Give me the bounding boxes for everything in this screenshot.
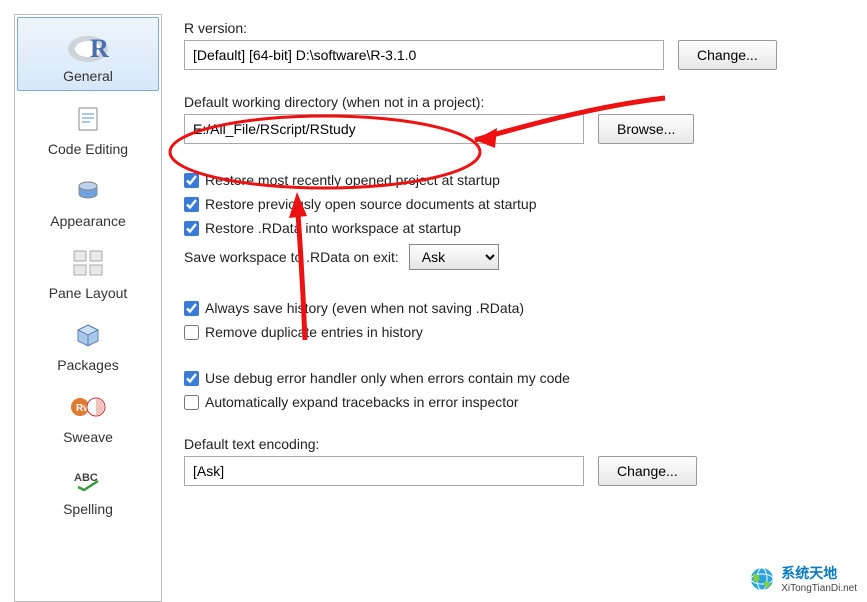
sidebar-item-pane-layout[interactable]: Pane Layout bbox=[17, 235, 159, 307]
sidebar-item-label: Code Editing bbox=[17, 141, 159, 157]
sidebar-item-label: Spelling bbox=[17, 501, 159, 517]
expand-traceback-checkbox[interactable] bbox=[184, 395, 199, 410]
watermark-title: 系统天地 bbox=[781, 563, 857, 583]
sidebar-item-label: Pane Layout bbox=[17, 285, 159, 301]
checkbox-label: Automatically expand tracebacks in error… bbox=[205, 394, 519, 410]
checkbox-label: Remove duplicate entries in history bbox=[205, 324, 423, 340]
workdir-label: Default working directory (when not in a… bbox=[184, 94, 847, 110]
document-icon bbox=[17, 99, 159, 139]
r-version-label: R version: bbox=[184, 20, 847, 36]
sidebar-item-label: Appearance bbox=[17, 213, 159, 229]
restore-docs-checkbox[interactable] bbox=[184, 197, 199, 212]
change-r-version-button[interactable]: Change... bbox=[678, 40, 777, 70]
encoding-input[interactable] bbox=[184, 456, 584, 486]
sidebar-item-packages[interactable]: Packages bbox=[17, 307, 159, 379]
sidebar-item-sweave[interactable]: Rw Sweave bbox=[17, 379, 159, 451]
restore-rdata-checkbox-row[interactable]: Restore .RData into workspace at startup bbox=[184, 220, 847, 236]
sweave-icon: Rw bbox=[17, 387, 159, 427]
sidebar: R General Code Editing Appearance Pane L… bbox=[14, 14, 162, 602]
package-icon bbox=[17, 315, 159, 355]
sidebar-item-appearance[interactable]: Appearance bbox=[17, 163, 159, 235]
remove-dup-checkbox[interactable] bbox=[184, 325, 199, 340]
main-panel: R version: Change... Default working dir… bbox=[162, 0, 867, 602]
debug-handler-checkbox[interactable] bbox=[184, 371, 199, 386]
sidebar-item-general[interactable]: R General bbox=[17, 17, 159, 91]
sidebar-item-code-editing[interactable]: Code Editing bbox=[17, 91, 159, 163]
r-version-input[interactable] bbox=[184, 40, 664, 70]
remove-dup-checkbox-row[interactable]: Remove duplicate entries in history bbox=[184, 324, 847, 340]
checkbox-label: Use debug error handler only when errors… bbox=[205, 370, 570, 386]
panes-icon bbox=[17, 243, 159, 283]
sidebar-item-label: General bbox=[18, 68, 158, 84]
checkbox-label: Always save history (even when not savin… bbox=[205, 300, 524, 316]
globe-icon bbox=[749, 566, 775, 592]
checkbox-label: Restore previously open source documents… bbox=[205, 196, 537, 212]
watermark: 系统天地 XiTongTianDi.net bbox=[749, 563, 857, 594]
r-logo-icon: R bbox=[18, 26, 158, 66]
sidebar-item-spelling[interactable]: ABC Spelling bbox=[17, 451, 159, 523]
save-workspace-select[interactable]: Ask bbox=[409, 244, 499, 270]
sidebar-item-label: Sweave bbox=[17, 429, 159, 445]
restore-docs-checkbox-row[interactable]: Restore previously open source documents… bbox=[184, 196, 847, 212]
restore-project-checkbox[interactable] bbox=[184, 173, 199, 188]
sidebar-item-label: Packages bbox=[17, 357, 159, 373]
checkbox-label: Restore most recently opened project at … bbox=[205, 172, 500, 188]
debug-handler-checkbox-row[interactable]: Use debug error handler only when errors… bbox=[184, 370, 847, 386]
change-encoding-button[interactable]: Change... bbox=[598, 456, 697, 486]
checkbox-label: Restore .RData into workspace at startup bbox=[205, 220, 461, 236]
workdir-input[interactable] bbox=[184, 114, 584, 144]
svg-text:R: R bbox=[90, 34, 109, 63]
paint-bucket-icon bbox=[17, 171, 159, 211]
save-workspace-label: Save workspace to .RData on exit: bbox=[184, 249, 399, 265]
spellcheck-icon: ABC bbox=[17, 459, 159, 499]
encoding-label: Default text encoding: bbox=[184, 436, 847, 452]
restore-project-checkbox-row[interactable]: Restore most recently opened project at … bbox=[184, 172, 847, 188]
expand-traceback-checkbox-row[interactable]: Automatically expand tracebacks in error… bbox=[184, 394, 847, 410]
watermark-url: XiTongTianDi.net bbox=[781, 583, 857, 594]
save-history-checkbox-row[interactable]: Always save history (even when not savin… bbox=[184, 300, 847, 316]
browse-button[interactable]: Browse... bbox=[598, 114, 694, 144]
restore-rdata-checkbox[interactable] bbox=[184, 221, 199, 236]
save-history-checkbox[interactable] bbox=[184, 301, 199, 316]
